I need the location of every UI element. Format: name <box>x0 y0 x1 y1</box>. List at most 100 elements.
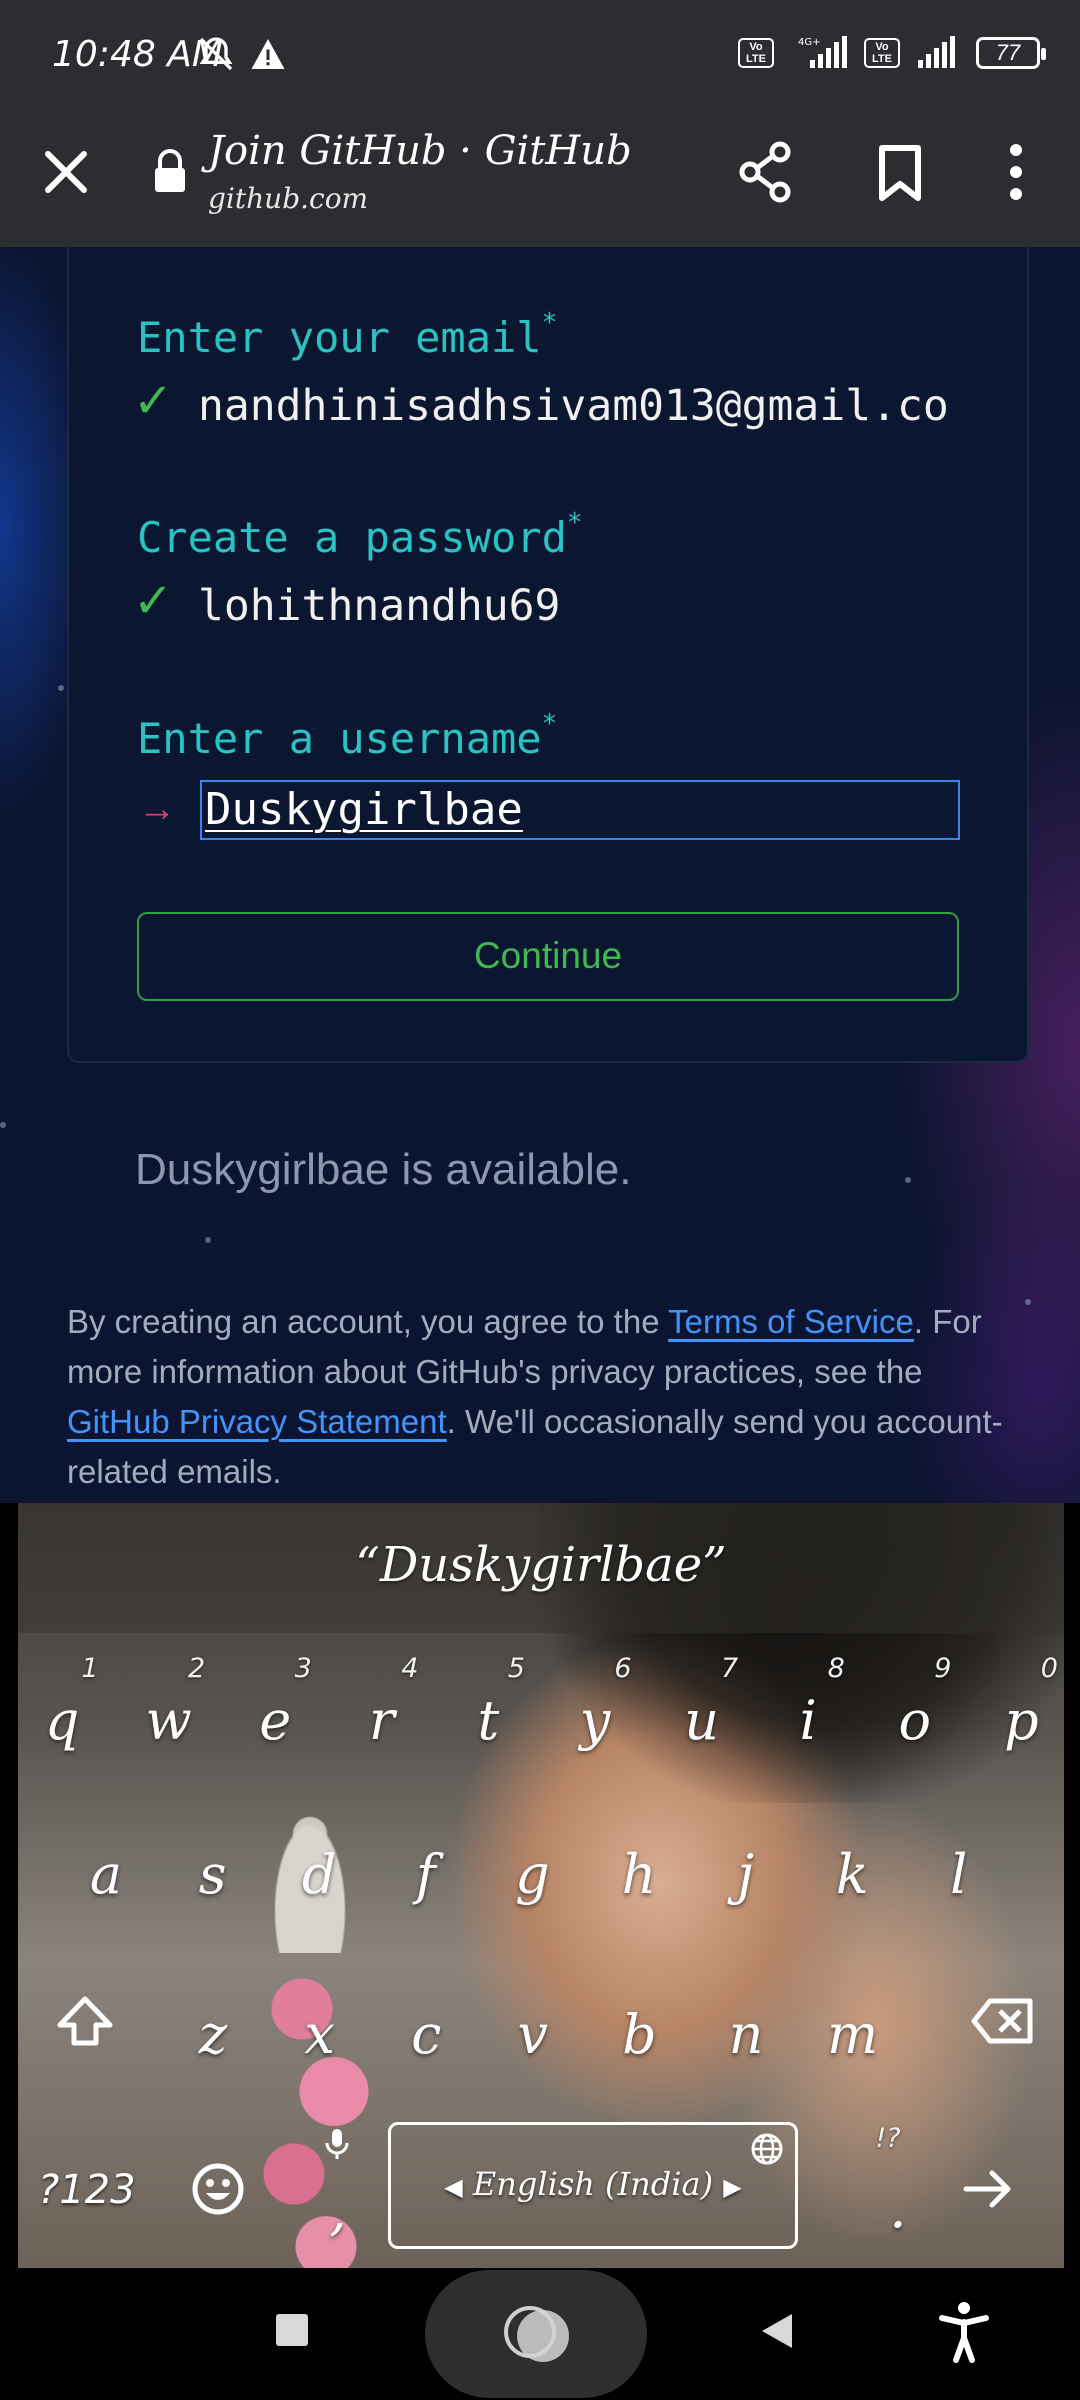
key-label: j <box>737 1843 754 1906</box>
more-menu-button[interactable] <box>980 136 1052 208</box>
enter-key[interactable] <box>958 2159 1038 2229</box>
email-valid-check-icon: ✓ <box>133 375 174 428</box>
password-valid-check-icon: ✓ <box>133 575 174 628</box>
back-icon <box>762 2314 792 2348</box>
key-n[interactable]: n <box>706 1993 806 2093</box>
username-label: Enter a username* <box>137 709 558 763</box>
username-arrow-icon: → <box>138 788 176 830</box>
key-label: c <box>411 2003 442 2066</box>
background-star <box>205 1237 211 1243</box>
key-l[interactable]: l <box>919 1833 1019 1933</box>
availability-message: Duskygirlbae is available. <box>135 1145 632 1194</box>
key-o[interactable]: 9o <box>871 1653 971 1783</box>
share-button[interactable] <box>730 136 802 208</box>
shift-key[interactable] <box>50 1989 130 2069</box>
key-hint: 1 <box>81 1653 99 1684</box>
key-w[interactable]: 2w <box>125 1653 225 1783</box>
key-t[interactable]: 5t <box>444 1653 544 1783</box>
key-k[interactable]: k <box>812 1833 912 1933</box>
key-label: t <box>477 1689 500 1752</box>
status-bar: 10:48 AM Vo LTE 4G+ Vo LTE 77 <box>0 0 1080 112</box>
key-g[interactable]: g <box>492 1833 592 1933</box>
key-u[interactable]: 7u <box>658 1653 758 1783</box>
volte-icon: Vo LTE <box>738 38 774 68</box>
key-f[interactable]: f <box>386 1833 486 1933</box>
emoji-icon <box>192 2163 244 2215</box>
key-label: l <box>950 1843 968 1906</box>
key-m[interactable]: m <box>813 1993 913 2093</box>
close-tab-button[interactable] <box>30 136 102 208</box>
language-prev-icon: ◀ <box>444 2173 463 2201</box>
continue-button[interactable]: Continue <box>137 912 959 1001</box>
spacebar-label: English (India) <box>472 2165 714 2203</box>
key-label: f <box>415 1843 436 1906</box>
volte-icon-2: Vo LTE <box>864 38 900 68</box>
key-label: q <box>44 1689 80 1752</box>
page-url[interactable]: github.com <box>208 182 368 215</box>
key-label: i <box>799 1689 817 1752</box>
background-star <box>0 1122 6 1128</box>
key-h[interactable]: h <box>599 1833 699 1933</box>
key-hint: 6 <box>614 1653 632 1684</box>
soft-keyboard: “Duskygirlbae” 1q2w3e4r5t6y7u8i9o0p asdf… <box>18 1503 1064 2268</box>
key-label: w <box>145 1689 192 1752</box>
key-label: m <box>826 2003 879 2066</box>
key-hint: 4 <box>401 1653 419 1684</box>
key-c[interactable]: c <box>386 1993 486 2093</box>
recents-button[interactable] <box>272 2310 312 2350</box>
key-label: z <box>198 2003 228 2066</box>
spacebar-key[interactable]: ◀ English (India) ▶ <box>388 2122 798 2249</box>
terms-notice: By creating an account, you agree to the… <box>67 1297 1027 1497</box>
back-button[interactable] <box>756 2310 796 2352</box>
key-label: v <box>517 2003 549 2066</box>
key-hint: 3 <box>294 1653 312 1684</box>
key-v[interactable]: v <box>493 1993 593 2093</box>
key-i[interactable]: 8i <box>764 1653 864 1783</box>
key-x[interactable]: x <box>280 1993 380 2093</box>
emoji-key[interactable] <box>190 2161 250 2221</box>
page-title: Join GitHub · GitHub <box>208 128 632 174</box>
key-s[interactable]: s <box>173 1833 273 1933</box>
key-p[interactable]: 0p <box>977 1653 1064 1783</box>
word-suggestion[interactable]: “Duskygirlbae” <box>18 1537 1064 1593</box>
comma-key[interactable]: , <box>308 2127 368 2247</box>
key-label: u <box>684 1689 719 1752</box>
password-label: Create a password* <box>137 508 583 562</box>
key-z[interactable]: z <box>173 1993 273 2093</box>
key-j[interactable]: j <box>706 1833 806 1933</box>
terms-of-service-link[interactable]: Terms of Service <box>668 1303 914 1340</box>
bookmark-button[interactable] <box>864 136 936 208</box>
terms-text: By creating an account, you agree to the <box>67 1303 669 1340</box>
key-label: b <box>622 2003 657 2066</box>
key-b[interactable]: b <box>599 1993 699 2093</box>
key-label: a <box>89 1843 123 1906</box>
backspace-key[interactable] <box>968 1991 1048 2061</box>
key-label: s <box>198 1843 227 1906</box>
symbols-key[interactable]: ?123 <box>38 2167 136 2213</box>
status-notification-icons <box>196 34 286 74</box>
background-star <box>905 1177 911 1183</box>
key-q[interactable]: 1q <box>18 1653 118 1783</box>
period-key-label: . <box>889 2177 907 2240</box>
signal-icon-2 <box>918 36 955 68</box>
key-label: x <box>304 2003 335 2066</box>
key-hint: 7 <box>721 1653 739 1684</box>
key-d[interactable]: d <box>279 1833 379 1933</box>
key-label: d <box>301 1843 337 1906</box>
key-hint: 2 <box>188 1653 206 1684</box>
signal-icon: 4G+ <box>798 36 847 68</box>
globe-icon <box>751 2133 783 2165</box>
language-next-icon: ▶ <box>723 2173 742 2201</box>
key-a[interactable]: a <box>66 1833 166 1933</box>
privacy-statement-link[interactable]: GitHub Privacy Statement <box>67 1403 447 1440</box>
shift-icon <box>57 1996 113 2046</box>
home-button[interactable] <box>425 2270 647 2398</box>
key-y[interactable]: 6y <box>551 1653 651 1783</box>
accessibility-button[interactable] <box>936 2300 992 2364</box>
bell-off-icon <box>199 37 233 71</box>
key-e[interactable]: 3e <box>231 1653 331 1783</box>
more-vertical-icon <box>1010 144 1022 200</box>
username-input[interactable]: Duskygirlbae <box>200 780 960 840</box>
period-key[interactable]: !? . <box>858 2123 938 2243</box>
key-r[interactable]: 4r <box>338 1653 438 1783</box>
